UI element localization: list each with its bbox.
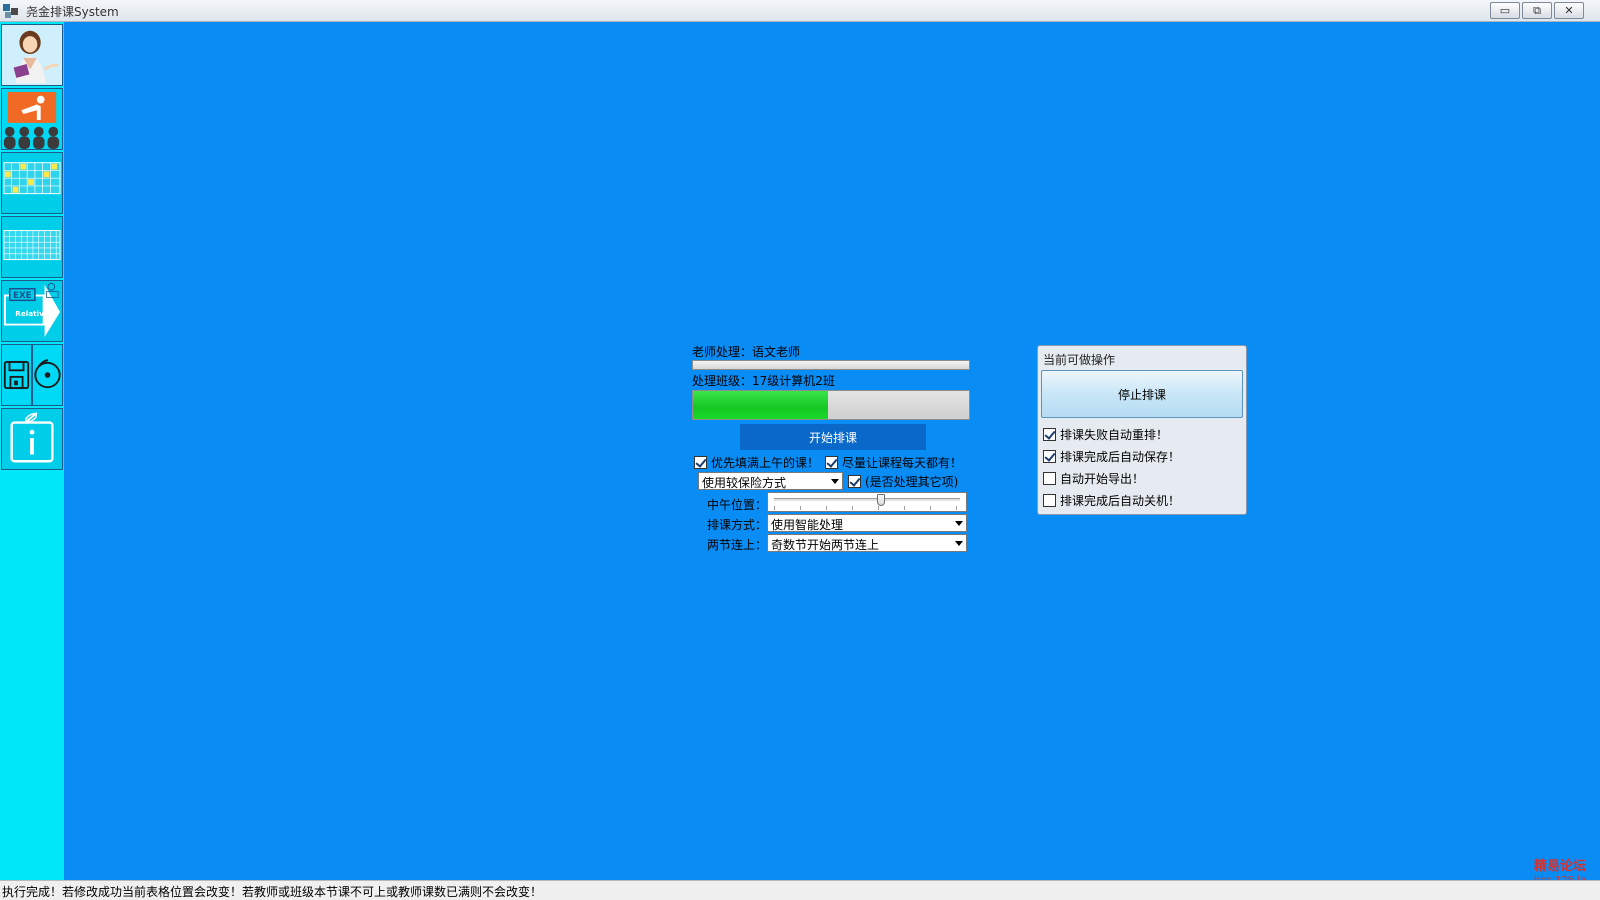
minimize-icon: ▭: [1499, 4, 1511, 17]
info-icon: [2, 409, 62, 469]
auto-retry-option[interactable]: 排课失败自动重排！: [1043, 426, 1168, 443]
watermark-title: 精易论坛: [1533, 859, 1586, 874]
slider-ticks: [774, 506, 960, 510]
auto-shutdown-label: 排课完成后自动关机！: [1060, 494, 1181, 508]
auto-export-checkbox[interactable]: [1043, 472, 1056, 485]
sidebar-item-info[interactable]: [1, 408, 63, 470]
teacher-icon: [2, 25, 62, 85]
auto-save-label: 排课完成后自动保存！: [1060, 450, 1181, 464]
double-period-label: 两节连上：: [707, 538, 768, 552]
double-period-select[interactable]: 奇数节开始两节连上: [767, 534, 967, 552]
schedule-grid-icon: [2, 153, 62, 213]
method-label: 排课方式：: [707, 518, 768, 532]
timetable-icon: [2, 217, 62, 277]
slider-thumb[interactable]: [877, 494, 886, 506]
export-exe-icon: EXE Relative: [2, 281, 62, 341]
other-items-checkbox[interactable]: [848, 475, 861, 488]
close-icon: ✕: [1564, 4, 1574, 17]
save-icon: [2, 346, 31, 404]
morning-first-checkbox[interactable]: [694, 456, 707, 469]
chevron-down-icon: [955, 541, 963, 546]
morning-first-label: 优先填满上午的课！: [711, 456, 820, 470]
sidebar-item-timetable[interactable]: [1, 216, 63, 278]
relative-label: Relative: [15, 309, 49, 318]
title-bar: 尧金排课System ▭ ⧉ ✕: [0, 0, 1600, 22]
operations-title: 当前可做操作: [1043, 353, 1116, 367]
sidebar-item-classroom[interactable]: [1, 88, 63, 150]
auto-retry-label: 排课失败自动重排！: [1060, 428, 1169, 442]
auto-retry-checkbox[interactable]: [1043, 428, 1056, 441]
auto-shutdown-checkbox[interactable]: [1043, 494, 1056, 507]
window-controls: ▭ ⧉ ✕: [1490, 2, 1584, 19]
mode-select[interactable]: 使用较保险方式: [698, 472, 843, 490]
other-items-option[interactable]: (是否处理其它项): [848, 473, 958, 490]
sidebar: EXE Relative: [0, 22, 64, 880]
operations-group: 当前可做操作 停止排课 排课失败自动重排！ 排课完成后自动保存！ 自动开始导出！…: [1037, 345, 1247, 515]
close-button[interactable]: ✕: [1554, 2, 1584, 19]
sidebar-item-export-exe[interactable]: EXE Relative: [1, 280, 63, 342]
slider-track: [774, 498, 960, 501]
sidebar-item-disc[interactable]: [32, 344, 63, 406]
scheduling-panel: 老师处理：语文老师 处理班级：17级计算机2班 开始排课 优先填满上午的课！ 尽…: [692, 342, 972, 552]
disc-icon: [33, 346, 62, 404]
stop-scheduling-label: 停止排课: [1117, 387, 1166, 402]
chevron-down-icon: [831, 479, 839, 484]
morning-first-option[interactable]: 优先填满上午的课！: [694, 454, 819, 471]
classroom-icon: [2, 89, 62, 149]
restore-button[interactable]: ⧉: [1522, 2, 1552, 19]
auto-save-checkbox[interactable]: [1043, 450, 1056, 463]
status-bar: 执行完成！若修改成功当前表格位置会改变！若教师或班级本节课不可上或教师课数已满则…: [0, 880, 1600, 900]
sidebar-item-teacher[interactable]: [1, 24, 63, 86]
every-day-option[interactable]: 尽量让课程每天都有！: [825, 454, 962, 471]
minimize-button[interactable]: ▭: [1490, 2, 1520, 19]
auto-shutdown-option[interactable]: 排课完成后自动关机！: [1043, 492, 1180, 509]
exe-label: EXE: [13, 291, 32, 301]
every-day-checkbox[interactable]: [825, 456, 838, 469]
noon-position-slider[interactable]: [767, 492, 967, 512]
status-text: 执行完成！若修改成功当前表格位置会改变！若教师或班级本节课不可上或教师课数已满则…: [2, 885, 543, 899]
sidebar-item-save[interactable]: [1, 344, 32, 406]
double-period-select-value: 奇数节开始两节连上: [771, 538, 880, 552]
method-select[interactable]: 使用智能处理: [767, 514, 967, 532]
every-day-label: 尽量让课程每天都有！: [842, 456, 963, 470]
other-items-label: (是否处理其它项): [865, 475, 959, 489]
sidebar-item-schedule-grid[interactable]: [1, 152, 63, 214]
teacher-progress-bar: [692, 360, 970, 370]
restore-icon: ⧉: [1533, 3, 1541, 17]
auto-export-label: 自动开始导出！: [1060, 472, 1145, 486]
class-progress-bar: [692, 390, 970, 420]
noon-position-label: 中午位置：: [707, 498, 768, 512]
start-scheduling-button[interactable]: 开始排课: [740, 424, 926, 450]
teacher-progress-label: 老师处理：语文老师: [692, 345, 801, 359]
auto-export-option[interactable]: 自动开始导出！: [1043, 470, 1144, 487]
chevron-down-icon: [955, 521, 963, 526]
auto-save-option[interactable]: 排课完成后自动保存！: [1043, 448, 1180, 465]
app-icon: [2, 2, 20, 20]
mode-select-value: 使用较保险方式: [702, 476, 787, 490]
window-title: 尧金排课System: [26, 5, 119, 19]
method-select-value: 使用智能处理: [771, 518, 844, 532]
stop-scheduling-button[interactable]: 停止排课: [1041, 370, 1243, 418]
class-progress-fill: [693, 391, 829, 419]
class-progress-label: 处理班级：17级计算机2班: [692, 374, 835, 388]
